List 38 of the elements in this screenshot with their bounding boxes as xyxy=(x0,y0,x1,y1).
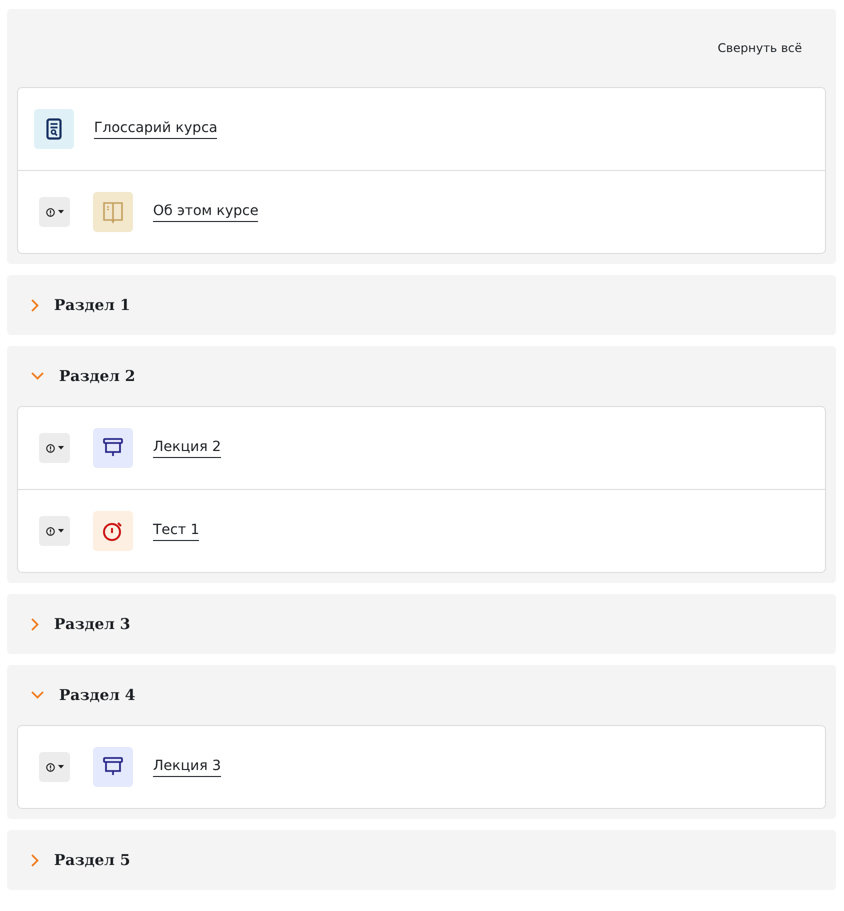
activity-link[interactable]: Тест 1 xyxy=(153,522,200,540)
section-title: Раздел 3 xyxy=(54,615,130,633)
info-menu-button[interactable] xyxy=(39,197,70,227)
section-title: Раздел 2 xyxy=(59,367,136,385)
section-header[interactable]: Раздел 3 xyxy=(7,594,836,654)
activity-link[interactable]: Лекция 2 xyxy=(153,438,222,458)
info-menu-button[interactable] xyxy=(39,516,70,546)
chevron-right-icon xyxy=(31,298,39,312)
chevron-right-icon xyxy=(31,618,39,630)
info-menu-button[interactable] xyxy=(39,752,70,782)
stopwatch-icon xyxy=(102,520,124,542)
section-header[interactable]: Раздел 2 xyxy=(7,346,836,406)
screen-icon xyxy=(102,437,124,459)
collapse-all-link[interactable]: Свернуть всё xyxy=(718,41,802,55)
section-title: Раздел 5 xyxy=(54,851,130,869)
caret-icon xyxy=(58,765,64,769)
section-header[interactable]: Раздел 4 xyxy=(7,665,836,725)
section-header[interactable]: Раздел 5 xyxy=(7,830,836,890)
book-icon xyxy=(102,200,124,224)
info-icon xyxy=(46,526,54,536)
chevron-right-icon xyxy=(31,854,39,866)
section-title: Раздел 4 xyxy=(59,686,136,704)
chevron-down-icon xyxy=(31,691,44,699)
caret-icon xyxy=(58,529,64,533)
activity-link[interactable]: Лекция 3 xyxy=(153,758,222,776)
info-icon xyxy=(46,208,54,216)
activity-link[interactable]: Глоссарий курса xyxy=(94,120,218,138)
info-icon xyxy=(46,762,54,772)
info-menu-button[interactable] xyxy=(39,433,70,463)
screen-icon xyxy=(102,756,124,778)
section-title: Раздел 1 xyxy=(54,296,130,314)
caret-icon xyxy=(58,446,64,450)
document-search-icon xyxy=(46,118,62,140)
activity-link[interactable]: Об этом курсе xyxy=(153,202,258,222)
caret-icon xyxy=(58,210,64,214)
info-icon xyxy=(46,444,54,452)
chevron-down-icon xyxy=(31,372,44,380)
section-header[interactable]: Раздел 1 xyxy=(7,275,836,335)
